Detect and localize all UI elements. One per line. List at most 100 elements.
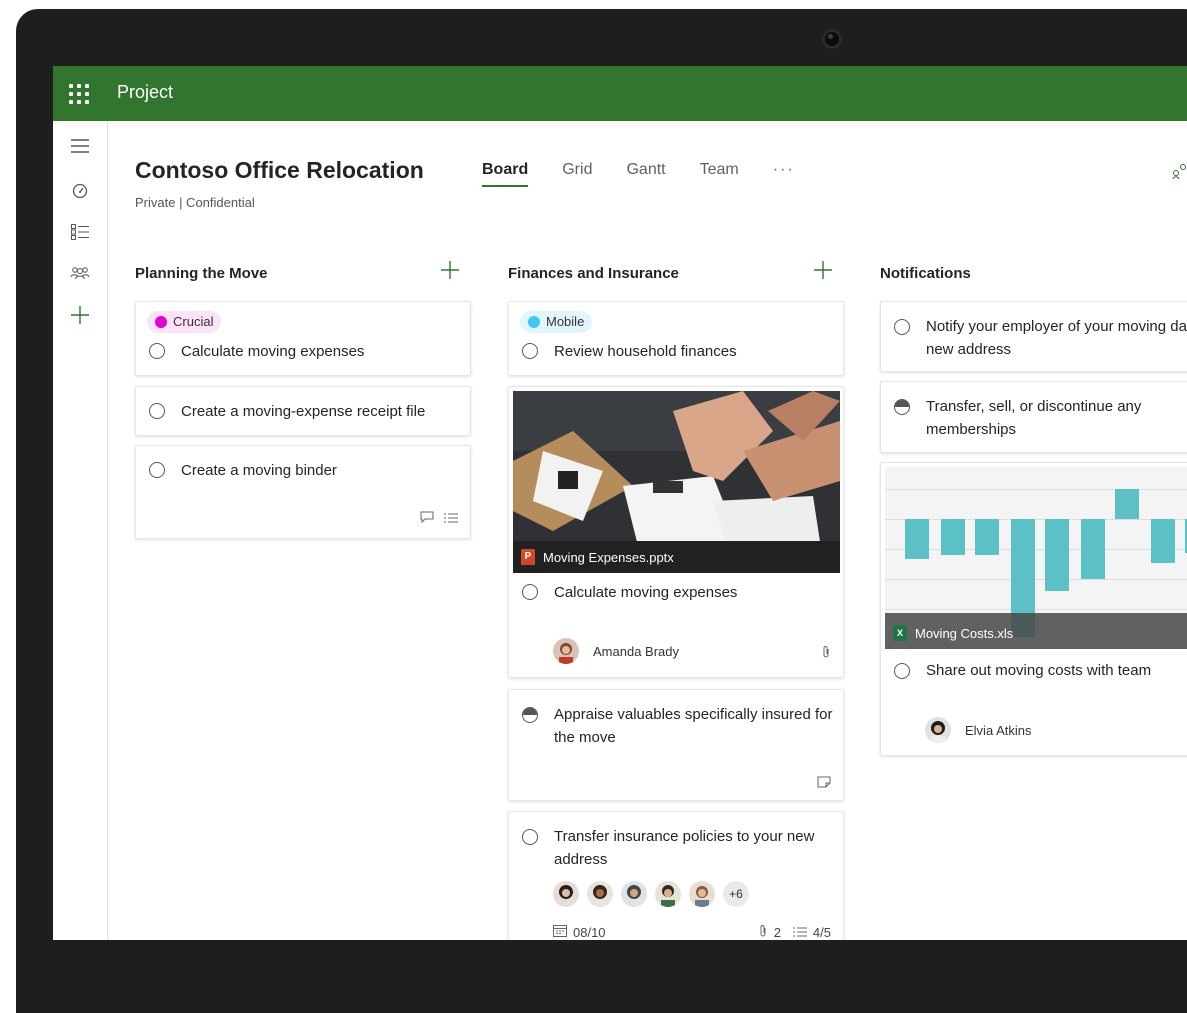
bucket-finances-and-insurance: Finances and Insurance Mobile Review hou… — [508, 259, 844, 940]
card-indicators — [817, 776, 831, 791]
attachment-count: 2 — [773, 925, 781, 940]
more-assignees-badge[interactable]: +6 — [723, 881, 749, 907]
avatar — [553, 881, 579, 907]
gridline — [885, 609, 1187, 610]
note-icon — [817, 776, 831, 791]
plan-board: Contoso Office Relocation Private | Conf… — [108, 121, 1187, 940]
card-indicators — [821, 645, 831, 662]
task-list-icon[interactable] — [67, 219, 93, 245]
chart-bar — [1081, 519, 1105, 579]
assignee-name: Amanda Brady — [593, 643, 679, 659]
share-icon[interactable] — [1171, 163, 1187, 184]
complete-checkbox[interactable] — [149, 462, 165, 478]
label-mobile: Mobile — [520, 311, 593, 333]
hamburger-icon[interactable] — [67, 133, 93, 159]
add-task-icon[interactable] — [439, 259, 461, 281]
chart-bar — [941, 519, 965, 555]
complete-checkbox[interactable] — [894, 663, 910, 679]
gridline — [885, 549, 1187, 550]
chart-bar — [975, 519, 999, 555]
chart-bar — [1151, 519, 1175, 563]
progress-in-progress-icon[interactable] — [894, 399, 910, 415]
task-title: Review household finances — [554, 343, 737, 360]
task-title: Calculate moving expenses — [554, 584, 738, 601]
add-task-icon[interactable] — [812, 259, 834, 281]
task-card[interactable]: Mobile Review household finances — [508, 301, 844, 376]
attachment-filename: Moving Expenses.pptx — [543, 549, 674, 565]
powerpoint-icon: P — [521, 549, 535, 565]
avatar — [655, 881, 681, 907]
task-card[interactable]: Create a moving binder — [135, 445, 471, 539]
more-tabs-button[interactable]: ··· — [773, 161, 795, 187]
avatar — [621, 881, 647, 907]
plan-title: Contoso Office Relocation — [135, 157, 424, 183]
chart-bar — [905, 519, 929, 559]
task-title: Transfer insurance policies to your new … — [554, 828, 815, 868]
complete-checkbox[interactable] — [149, 343, 165, 359]
avatar — [925, 717, 951, 743]
gridline — [885, 579, 1187, 580]
tab-gantt[interactable]: Gantt — [626, 161, 665, 187]
bucket-title: Notifications — [880, 265, 971, 282]
assignee[interactable]: Amanda Brady — [553, 638, 679, 664]
complete-checkbox[interactable] — [522, 343, 538, 359]
assignee[interactable]: Elvia Atkins — [925, 717, 1031, 743]
task-title: Appraise valuables specifically insured … — [554, 706, 833, 746]
paperclip-icon — [821, 645, 831, 662]
tab-grid[interactable]: Grid — [562, 161, 592, 187]
label-text: Mobile — [546, 314, 585, 329]
add-icon[interactable] — [67, 302, 93, 328]
task-title: Calculate moving expenses — [181, 343, 365, 360]
attachment-label: P Moving Expenses.pptx — [521, 549, 674, 565]
complete-checkbox[interactable] — [894, 319, 910, 335]
task-card[interactable]: Appraise valuables specifically insured … — [508, 689, 844, 801]
gridline — [885, 519, 1187, 520]
tab-team[interactable]: Team — [700, 161, 739, 187]
task-title: Share out moving costs with team — [926, 662, 1152, 679]
assignee-name: Elvia Atkins — [965, 722, 1032, 738]
complete-checkbox[interactable] — [149, 403, 165, 419]
left-rail — [53, 121, 108, 940]
bucket-notifications: Notifications Notify your employer of yo… — [880, 261, 1187, 756]
avatar — [553, 638, 579, 664]
attachment-preview-chart[interactable]: X Moving Costs.xls — [885, 467, 1187, 649]
bucket-title: Finances and Insurance — [508, 265, 679, 282]
complete-checkbox[interactable] — [522, 829, 538, 845]
calendar-icon — [553, 924, 567, 940]
label-crucial: Crucial — [147, 311, 222, 333]
tab-board[interactable]: Board — [482, 161, 529, 187]
task-title: Create a moving binder — [181, 462, 337, 479]
app-launcher-icon[interactable] — [65, 80, 93, 108]
plan-privacy: Private | Confidential — [135, 195, 255, 210]
attachment-preview-image[interactable]: P Moving Expenses.pptx — [513, 391, 840, 573]
paperclip-icon — [758, 924, 768, 940]
app-window: Project Contoso Office Relocation Privat… — [53, 66, 1187, 940]
checklist-icon — [792, 925, 807, 940]
complete-checkbox[interactable] — [522, 584, 538, 600]
card-indicators: 2 4/5 — [758, 924, 831, 940]
checklist-icon — [444, 512, 458, 526]
assignee-avatars[interactable]: +6 — [553, 881, 749, 907]
task-card[interactable]: Transfer insurance policies to your new … — [508, 811, 844, 940]
avatar — [587, 881, 613, 907]
task-card[interactable]: Crucial Calculate moving expenses — [135, 301, 471, 376]
dashboard-icon[interactable] — [67, 178, 93, 204]
task-card[interactable]: Transfer, sell, or discontinue any membe… — [880, 381, 1187, 453]
due-date-text: 08/10 — [573, 924, 606, 940]
gridline — [885, 489, 1187, 490]
task-title: Notify your employer of your moving date… — [926, 318, 1187, 358]
device-bezel-bottom — [16, 940, 1187, 1013]
due-date: 08/10 — [553, 924, 606, 940]
task-card[interactable]: Create a moving-expense receipt file — [135, 386, 471, 436]
camera — [822, 29, 842, 49]
bucket-title: Planning the Move — [135, 265, 268, 282]
attachment-filename: Moving Costs.xls — [915, 625, 1014, 641]
task-card[interactable]: X Moving Costs.xls Share out moving cost… — [880, 462, 1187, 756]
progress-in-progress-icon[interactable] — [522, 707, 538, 723]
task-card[interactable]: Notify your employer of your moving date… — [880, 301, 1187, 372]
task-card[interactable]: P Moving Expenses.pptx Calculate moving … — [508, 386, 844, 678]
checklist-count: 4/5 — [812, 925, 831, 940]
card-indicators — [420, 511, 458, 526]
people-icon[interactable] — [67, 260, 93, 286]
task-title: Transfer, sell, or discontinue any membe… — [926, 398, 1142, 438]
